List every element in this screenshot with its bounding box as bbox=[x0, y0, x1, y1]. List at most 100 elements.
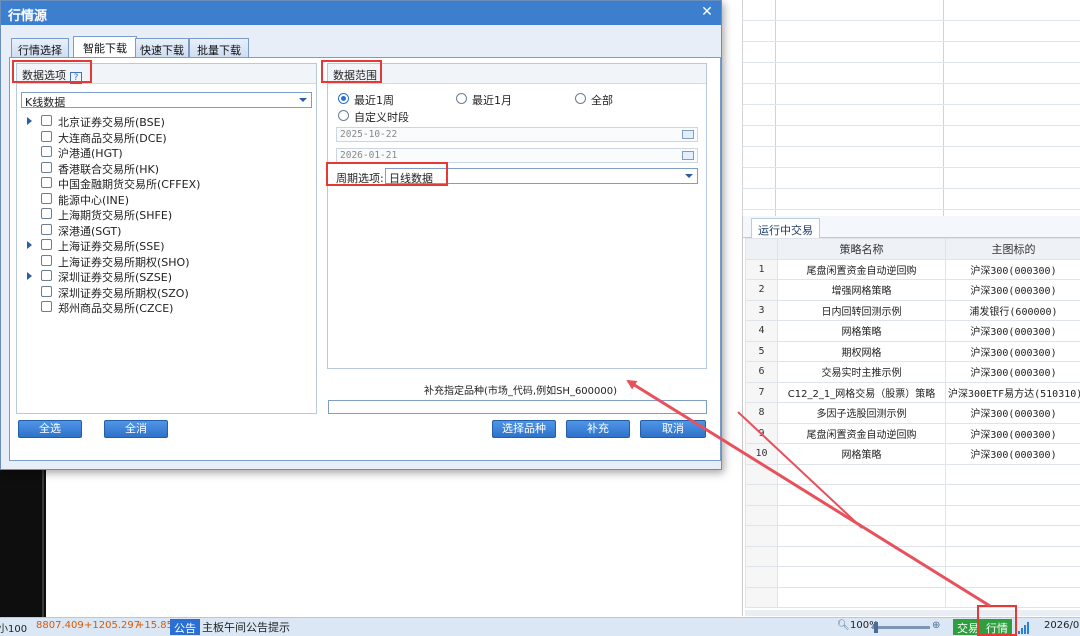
empty-cell bbox=[777, 586, 946, 608]
notice-text[interactable]: 主板午间公告提示 bbox=[202, 619, 290, 635]
row-index: 6 bbox=[745, 361, 778, 383]
table-row[interactable]: 8 多因子选股回测示例 沪深300(000300) bbox=[745, 402, 1080, 424]
table-row[interactable]: 3 日内回转回测示例 浦发银行(600000) bbox=[745, 299, 1080, 321]
column-header-index[interactable] bbox=[745, 238, 778, 260]
tree-item-label: 郑州商品交易所(CZCE) bbox=[58, 302, 174, 315]
chevron-down-icon bbox=[685, 174, 693, 178]
empty-table-row bbox=[745, 566, 1080, 588]
signal-icon bbox=[1018, 622, 1032, 634]
main-symbol-cell: 沪深300(000300) bbox=[945, 443, 1080, 465]
empty-cell bbox=[745, 484, 778, 506]
choose-symbol-button[interactable]: 选择品种 bbox=[492, 420, 556, 438]
row-index: 9 bbox=[745, 422, 778, 444]
running-trades-tabbar: 运行中交易 bbox=[743, 216, 1080, 238]
empty-table-row bbox=[745, 545, 1080, 567]
tree-item-label: 深圳证券交易所期权(SZO) bbox=[58, 286, 189, 300]
tab-quick-download[interactable]: 快速下载 bbox=[135, 38, 189, 58]
highlight-quote-badge bbox=[977, 605, 1017, 636]
checkbox[interactable] bbox=[41, 254, 52, 266]
index-name: 中小100 bbox=[0, 624, 28, 635]
main-symbol-cell: 沪深300(000300) bbox=[945, 320, 1080, 342]
kline-type-select[interactable]: K线数据 bbox=[21, 92, 312, 109]
background-chart-strip bbox=[0, 470, 46, 618]
empty-cell bbox=[945, 566, 1080, 588]
table-row[interactable]: 9 尾盘闲置资金自动逆回购 沪深300(000300) bbox=[745, 422, 1080, 444]
select-all-button[interactable]: 全选 bbox=[18, 420, 82, 438]
supplement-input[interactable] bbox=[328, 400, 707, 414]
tree-item-label: 中国金融期货交易所(CFFEX) bbox=[58, 178, 201, 191]
column-header-main-symbol[interactable]: 主图标的 bbox=[945, 238, 1080, 260]
expand-arrow-icon[interactable] bbox=[27, 241, 32, 249]
table-row[interactable]: 5 期权网格 沪深300(000300) bbox=[745, 340, 1080, 362]
empty-cell bbox=[945, 545, 1080, 567]
data-range-header: 数据范围 bbox=[328, 64, 706, 84]
row-index: 3 bbox=[745, 299, 778, 321]
checkbox[interactable] bbox=[41, 208, 52, 219]
end-date-field[interactable]: 2026-01-21 bbox=[336, 148, 698, 163]
horizontal-scrollbar[interactable] bbox=[745, 610, 1080, 616]
cancel-button[interactable]: 取消 bbox=[640, 420, 706, 438]
empty-cell bbox=[745, 545, 778, 567]
expand-arrow-icon[interactable] bbox=[27, 272, 32, 280]
checkbox[interactable] bbox=[41, 270, 52, 281]
index-value: 8807.409 bbox=[36, 620, 84, 631]
chevron-down-icon bbox=[299, 98, 307, 102]
zoom-out-icon[interactable]: 🔍︎ bbox=[837, 620, 850, 631]
checkbox[interactable] bbox=[41, 301, 52, 312]
tree-item-label: 上海期货交易所(SHFE) bbox=[58, 209, 173, 222]
table-row[interactable]: 4 网格策略 沪深300(000300) bbox=[745, 320, 1080, 342]
expand-arrow-icon[interactable] bbox=[27, 117, 32, 125]
start-date-value: 2025-10-22 bbox=[340, 129, 398, 140]
empty-table-row bbox=[745, 525, 1080, 547]
zoom-slider-thumb[interactable] bbox=[874, 622, 878, 633]
empty-cell bbox=[777, 463, 946, 485]
empty-cell bbox=[945, 504, 1080, 526]
tab-smart-download[interactable]: 智能下载 bbox=[73, 36, 137, 58]
table-row[interactable]: 1 尾盘闲置资金自动逆回购 沪深300(000300) bbox=[745, 258, 1080, 280]
radio-last-week-label: 最近1周 bbox=[354, 94, 394, 107]
strategy-name-cell: 期权网格 bbox=[777, 340, 946, 362]
index-change: +1205.297 bbox=[84, 620, 141, 631]
tab-quote-select[interactable]: 行情选择 bbox=[11, 38, 69, 58]
zoom-slider[interactable] bbox=[872, 626, 930, 629]
start-date-field[interactable]: 2025-10-22 bbox=[336, 127, 698, 142]
status-date: 2026/01 bbox=[1044, 620, 1080, 631]
checkbox[interactable] bbox=[41, 161, 52, 173]
main-symbol-cell: 沪深300(000300) bbox=[945, 422, 1080, 444]
tree-item-label: 北京证券交易所(BSE) bbox=[58, 116, 165, 129]
tab-running-trades[interactable]: 运行中交易 bbox=[751, 218, 820, 238]
smart-download-panel: 数据选项? K线数据 北京证券交易所(BSE) 大连商品交易所(DCE) 沪港通(H… bbox=[9, 57, 721, 461]
checkbox[interactable] bbox=[41, 146, 52, 157]
row-index: 5 bbox=[745, 340, 778, 362]
column-header-strategy-name[interactable]: 策略名称 bbox=[777, 238, 946, 260]
table-row[interactable]: 7 C12_2_1_网格交易（股票）策略 沪深300ETF易方达(510310) bbox=[745, 381, 1080, 403]
row-index: 4 bbox=[745, 320, 778, 342]
checkbox[interactable] bbox=[41, 130, 52, 142]
tab-batch-download[interactable]: 批量下载 bbox=[189, 38, 249, 58]
notice-badge[interactable]: 公告 bbox=[170, 619, 200, 635]
checkbox[interactable] bbox=[41, 239, 52, 250]
calendar-icon[interactable] bbox=[682, 130, 694, 139]
checkbox[interactable] bbox=[41, 177, 52, 188]
strategy-name-cell: 尾盘闲置资金自动逆回购 bbox=[777, 258, 946, 280]
radio-icon bbox=[456, 93, 467, 104]
empty-cell bbox=[745, 566, 778, 588]
table-row[interactable]: 6 交易实时主推示例 沪深300(000300) bbox=[745, 361, 1080, 383]
clear-all-button[interactable]: 全消 bbox=[104, 420, 168, 438]
running-trades-table: 策略名称 主图标的 1 尾盘闲置资金自动逆回购 沪深300(000300) 2 增强网格… bbox=[745, 238, 1080, 608]
strategy-name-cell: 交易实时主推示例 bbox=[777, 361, 946, 383]
fill-button[interactable]: 补充 bbox=[566, 420, 630, 438]
close-icon[interactable]: ✕ bbox=[699, 4, 715, 20]
checkbox[interactable] bbox=[41, 285, 52, 297]
dialog-titlebar[interactable]: 行情源 ✕ bbox=[1, 1, 721, 25]
running-trades-panel: 运行中交易 策略名称 主图标的 1 尾盘闲置资金自动逆回购 沪深300(000300… bbox=[742, 216, 1080, 616]
checkbox[interactable] bbox=[41, 223, 52, 235]
checkbox[interactable] bbox=[41, 192, 52, 204]
dialog-body: 行情选择 智能下载 快速下载 批量下载 数据选项? K线数据 北京证券交易所(B… bbox=[9, 36, 721, 461]
calendar-icon[interactable] bbox=[682, 151, 694, 160]
checkbox[interactable] bbox=[41, 115, 52, 126]
table-row[interactable]: 2 增强网格策略 沪深300(000300) bbox=[745, 279, 1080, 301]
zoom-in-icon[interactable]: ⊕ bbox=[932, 620, 940, 631]
table-row[interactable]: 10 网格策略 沪深300(000300) bbox=[745, 443, 1080, 465]
strategy-name-cell: 网格策略 bbox=[777, 443, 946, 465]
